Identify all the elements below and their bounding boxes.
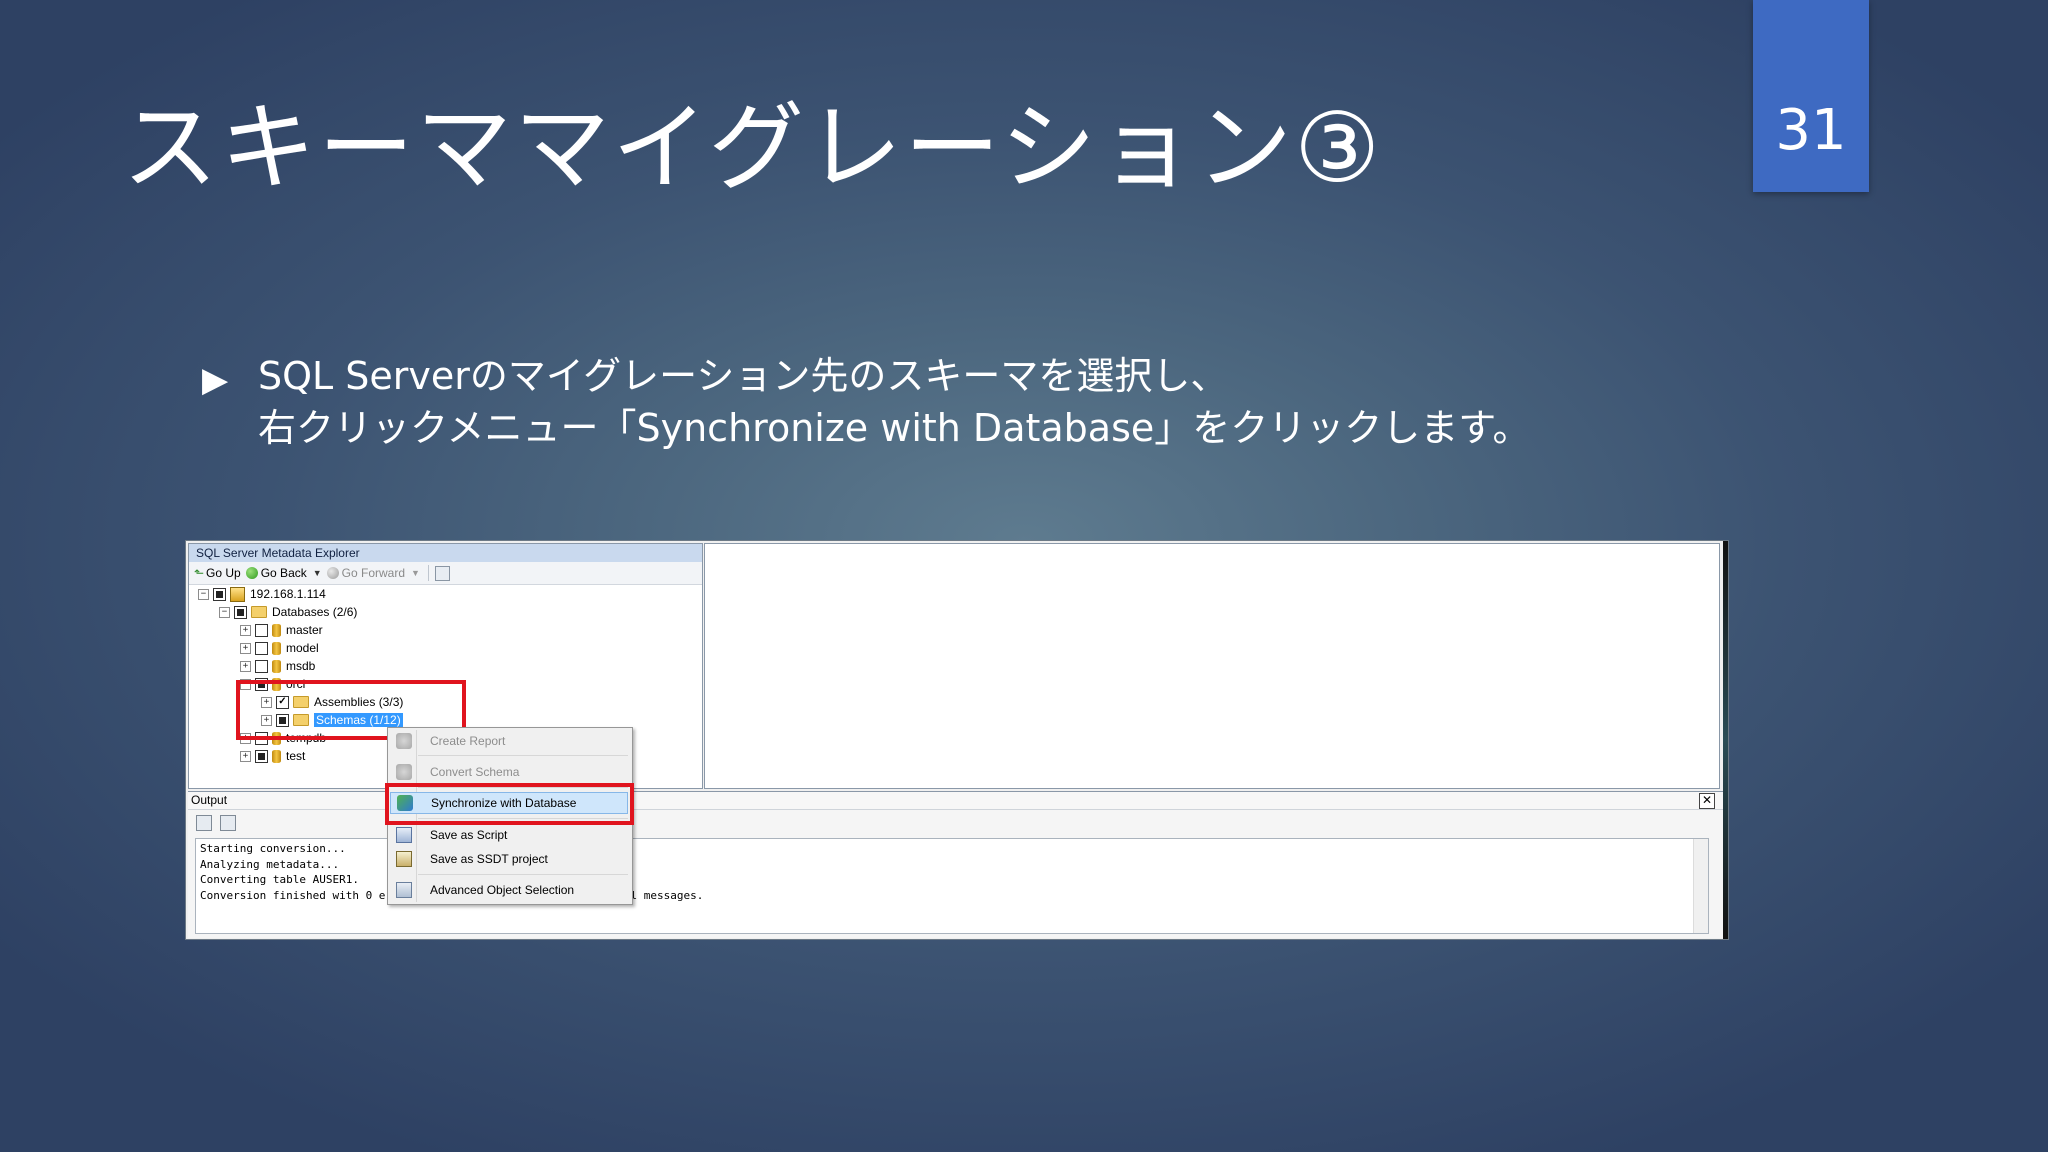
close-icon[interactable]: ✕ — [1699, 793, 1715, 809]
go-back-icon — [245, 567, 258, 579]
menu-separator — [418, 755, 628, 756]
menu-item-save-as-script[interactable]: Save as Script — [390, 824, 628, 846]
go-back-label: Go Back — [260, 566, 307, 580]
go-up-button[interactable]: ⬑ Go Up — [194, 566, 241, 580]
go-forward-icon — [326, 567, 339, 579]
go-up-label: Go Up — [206, 566, 241, 580]
toolbar-separator — [427, 565, 429, 581]
report-icon — [396, 733, 412, 749]
menu-item-label: Save as Script — [430, 828, 508, 842]
script-icon — [396, 827, 412, 843]
menu-item-label: Create Report — [430, 734, 506, 748]
output-title: Output — [191, 793, 228, 807]
menu-separator — [418, 874, 628, 875]
explorer-title: SQL Server Metadata Explorer — [189, 544, 702, 562]
tree-checkbox[interactable] — [255, 749, 268, 763]
tree-node-test[interactable]: + test — [240, 748, 305, 764]
menu-item-advanced-object-selection[interactable]: Advanced Object Selection — [390, 879, 628, 901]
go-back-dropdown-icon[interactable]: ▼ — [313, 568, 322, 578]
folder-icon — [251, 606, 267, 618]
clear-output-icon[interactable] — [196, 815, 212, 831]
database-icon — [272, 641, 281, 655]
tree-node-databases[interactable]: − Databases (2/6) — [219, 604, 357, 620]
menu-item-label: Save as SSDT project — [430, 852, 548, 866]
database-icon — [272, 623, 281, 637]
selection-icon — [396, 882, 412, 898]
go-back-button[interactable]: Go Back — [245, 566, 307, 580]
expand-icon[interactable]: + — [240, 624, 251, 636]
collapse-icon[interactable]: − — [198, 588, 209, 600]
copy-output-icon[interactable] — [220, 815, 236, 831]
tree-checkbox[interactable] — [255, 623, 268, 637]
output-scrollbar[interactable] — [1693, 839, 1708, 933]
database-icon — [272, 659, 281, 673]
bullet-line-1: SQL Serverのマイグレーション先のスキーマを選択し、 — [258, 354, 1229, 398]
tree-node-label: Databases (2/6) — [272, 605, 358, 619]
server-icon — [230, 586, 245, 602]
tree-node-label: test — [286, 749, 306, 763]
tree-node-label: msdb — [286, 659, 316, 673]
go-forward-label: Go Forward — [341, 566, 406, 580]
highlight-box-synchronize — [385, 783, 634, 825]
slide-number: 31 — [1775, 98, 1847, 163]
tree-node-master[interactable]: + master — [240, 622, 323, 638]
expand-icon[interactable]: + — [240, 642, 251, 654]
collapse-icon[interactable]: − — [219, 606, 230, 618]
menu-item-save-as-ssdt-project[interactable]: Save as SSDT project — [390, 848, 628, 870]
slide-number-badge: 31 — [1753, 0, 1869, 192]
document-pane — [704, 543, 1720, 789]
database-icon — [272, 749, 281, 763]
bullet-text: SQL Serverのマイグレーション先のスキーマを選択し、 右クリックメニュー… — [258, 350, 1530, 454]
ssdt-icon — [396, 851, 412, 867]
menu-item-label: Advanced Object Selection — [430, 883, 575, 897]
convert-icon — [396, 764, 412, 780]
tree-checkbox[interactable] — [255, 641, 268, 655]
screenshot-edge — [1723, 541, 1728, 939]
tree-checkbox[interactable] — [255, 659, 268, 673]
go-forward-button[interactable]: Go Forward — [326, 566, 406, 580]
menu-item-label: Convert Schema — [430, 765, 520, 779]
tree-node-label: model — [286, 641, 319, 655]
slide-title: スキーママイグレーション③ — [122, 92, 1383, 204]
properties-icon[interactable] — [434, 565, 450, 581]
tree-node-msdb[interactable]: + msdb — [240, 658, 315, 674]
bullet-line-2: 右クリックメニュー「Synchronize with Database」をクリッ… — [258, 406, 1531, 450]
tree-node-label: master — [286, 623, 323, 637]
tree-node-label: 192.168.1.114 — [250, 587, 326, 601]
go-forward-dropdown-icon[interactable]: ▼ — [411, 568, 420, 578]
tree-node-model[interactable]: + model — [240, 640, 319, 656]
expand-icon[interactable]: + — [240, 660, 251, 672]
expand-icon[interactable]: + — [240, 750, 251, 762]
explorer-toolbar: ⬑ Go Up Go Back ▼ Go Forward ▼ — [189, 562, 702, 585]
go-up-icon: ⬑ — [194, 566, 205, 580]
tree-checkbox[interactable] — [234, 605, 247, 619]
menu-item-create-report[interactable]: Create Report — [390, 730, 628, 752]
tree-checkbox[interactable] — [213, 587, 226, 601]
tree-node-server[interactable]: − 192.168.1.114 — [198, 586, 326, 602]
menu-item-convert-schema[interactable]: Convert Schema — [390, 761, 628, 783]
bullet-arrow-icon: ▶ — [202, 360, 229, 400]
